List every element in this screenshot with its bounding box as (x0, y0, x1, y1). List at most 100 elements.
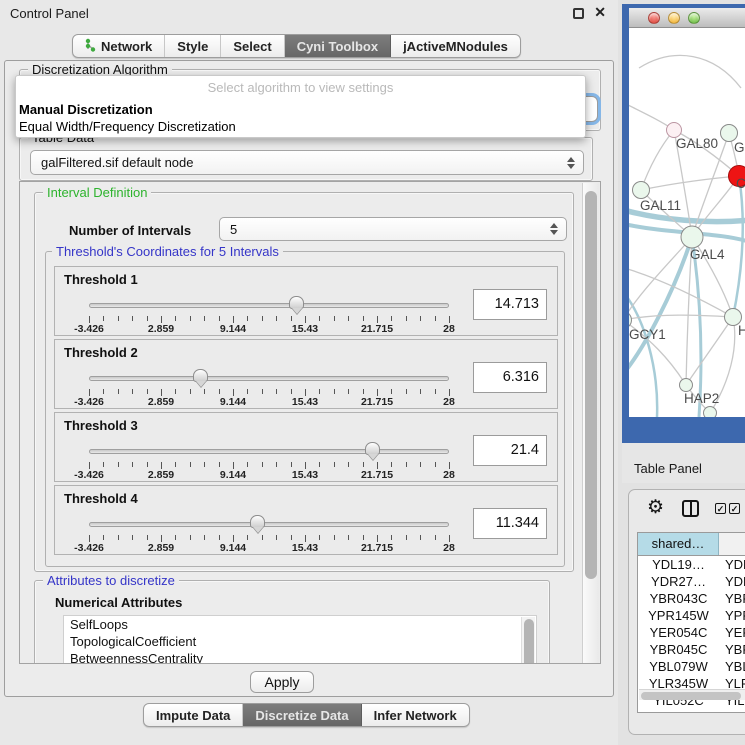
table-panel-title: Table Panel (634, 461, 702, 476)
column-header-name[interactable]: n (719, 533, 745, 555)
tick-mark (291, 535, 292, 540)
number-of-intervals-value: 5 (230, 222, 237, 237)
column-header-shared-name[interactable]: shared… (638, 533, 719, 555)
network-view-window[interactable]: GAL80GCGAL11GAL4GCY1HHAP2 (622, 4, 745, 443)
tab-infer-network[interactable]: Infer Network (362, 704, 469, 726)
attributes-scrollbar-thumb[interactable] (524, 619, 534, 664)
threshold-value-box[interactable]: 6.316 (473, 362, 547, 393)
slider-handle[interactable] (250, 515, 265, 528)
tick-mark (377, 535, 378, 542)
tick-mark (435, 535, 436, 540)
tick-mark (233, 316, 234, 323)
tab-jactivemnodules[interactable]: jActiveMNodules (391, 35, 520, 57)
close-traffic-light-icon[interactable] (648, 12, 660, 24)
table-row[interactable]: YBL079W YBL0 (638, 658, 745, 675)
tab-discretize-data[interactable]: Discretize Data (243, 704, 361, 726)
number-of-intervals-combobox[interactable]: 5 (219, 217, 567, 241)
tab-impute-data[interactable]: Impute Data (144, 704, 243, 726)
popup-option-equal-width-frequency[interactable]: Equal Width/Frequency Discretization (19, 119, 236, 134)
tab-select[interactable]: Select (221, 35, 284, 57)
tick-mark (334, 462, 335, 467)
gear-icon[interactable]: ⚙ (647, 498, 664, 518)
popup-option-manual-discretization[interactable]: Manual Discretization (19, 102, 153, 117)
apply-button[interactable]: Apply (250, 671, 314, 693)
tick-mark (391, 316, 392, 321)
attribute-item[interactable]: BetweennessCentrality (64, 650, 536, 664)
tick-mark (219, 316, 220, 321)
tick-mark (363, 389, 364, 394)
table-hscrollbar-thumb[interactable] (641, 692, 741, 700)
threshold-value-box[interactable]: 14.713 (473, 289, 547, 320)
network-node[interactable] (703, 406, 717, 417)
tick-mark (420, 462, 421, 467)
slider-track[interactable] (89, 449, 449, 454)
close-icon[interactable]: ✕ (594, 4, 606, 21)
network-window-titlebar[interactable] (629, 8, 745, 28)
slider-track[interactable] (89, 522, 449, 527)
table-rows: YDL19… YDL1 YDR27… YDR2 YBR043C YBR0 YPR… (638, 556, 745, 709)
table-row[interactable]: YDL19… YDL1 (638, 556, 745, 573)
table-data-combobox[interactable]: galFiltered.sif default node (30, 150, 584, 175)
table-row[interactable]: YBR045C YBR0 (638, 641, 745, 658)
checkbox-select-all-icon[interactable]: ✓ (715, 503, 726, 514)
settings-vertical-scrollbar[interactable] (582, 183, 599, 664)
cell-name: YBR0 (719, 641, 745, 658)
tick-mark (363, 316, 364, 321)
table-row[interactable]: YER054C YER0 (638, 624, 745, 641)
network-tab-icon (85, 38, 96, 55)
tick-mark (118, 316, 119, 321)
numerical-attributes-list[interactable]: SelfLoopsTopologicalCoefficientBetweenne… (63, 615, 537, 664)
tab-label: Infer Network (374, 708, 457, 723)
tick-mark (334, 535, 335, 540)
slider-track[interactable] (89, 303, 449, 308)
checkbox-select-none-icon[interactable]: ✓ (729, 503, 740, 514)
tick-mark (276, 389, 277, 394)
slider-track[interactable] (89, 376, 449, 381)
network-node[interactable] (679, 378, 693, 392)
tick-mark (233, 535, 234, 542)
tick-mark (147, 462, 148, 467)
attribute-item[interactable]: SelfLoops (64, 616, 536, 633)
tick-mark (348, 389, 349, 394)
tick-mark (348, 316, 349, 321)
table-panel-toolbar: ⚙ ✓ ✓ (629, 490, 745, 530)
float-window-icon[interactable] (573, 8, 584, 19)
table-horizontal-scrollbar[interactable] (639, 689, 745, 700)
tick-label: 2.859 (148, 469, 174, 481)
table-row[interactable]: YDR27… YDR2 (638, 573, 745, 590)
settings-scrollbar-thumb[interactable] (585, 191, 597, 579)
network-canvas[interactable]: GAL80GCGAL11GAL4GCY1HHAP2 (629, 28, 745, 417)
slider-handle[interactable] (289, 296, 304, 309)
table-row[interactable]: YBR043C YBR0 (638, 590, 745, 607)
slider-handle[interactable] (365, 442, 380, 455)
table-row[interactable]: YPR145W YPR1 (638, 607, 745, 624)
tick-mark (262, 316, 263, 321)
threshold-slider[interactable]: -3.4262.8599.14415.4321.71528 (89, 441, 449, 479)
threshold-value-box[interactable]: 21.4 (473, 435, 547, 466)
attributes-scrollbar[interactable] (521, 617, 535, 664)
attribute-item[interactable]: TopologicalCoefficient (64, 633, 536, 650)
tick-mark (204, 316, 205, 321)
node-label: GAL80 (676, 136, 718, 151)
zoom-traffic-light-icon[interactable] (688, 12, 700, 24)
tick-mark (406, 389, 407, 394)
columns-icon[interactable] (682, 500, 699, 517)
tick-label: 9.144 (220, 542, 246, 554)
tab-style[interactable]: Style (165, 35, 221, 57)
network-node[interactable] (681, 226, 704, 249)
threshold-slider[interactable]: -3.4262.8599.14415.4321.71528 (89, 295, 449, 333)
threshold-slider[interactable]: -3.4262.8599.14415.4321.71528 (89, 368, 449, 406)
combo-spinner-icon (550, 223, 557, 235)
tab-cyni-toolbox[interactable]: Cyni Toolbox (285, 35, 391, 57)
threshold-value-box[interactable]: 11.344 (473, 508, 547, 539)
tick-mark (175, 389, 176, 394)
tab-network[interactable]: Network (73, 35, 165, 57)
top-tab-bar: Network Style Select Cyni Toolbox jActiv… (72, 34, 521, 58)
threshold-slider[interactable]: -3.4262.8599.14415.4321.71528 (89, 514, 449, 552)
network-node[interactable] (632, 181, 650, 199)
tab-label: Discretize Data (255, 708, 348, 723)
slider-handle[interactable] (193, 369, 208, 382)
interval-definition-title: Interval Definition (43, 185, 151, 200)
tick-mark (377, 462, 378, 469)
minimize-traffic-light-icon[interactable] (668, 12, 680, 24)
